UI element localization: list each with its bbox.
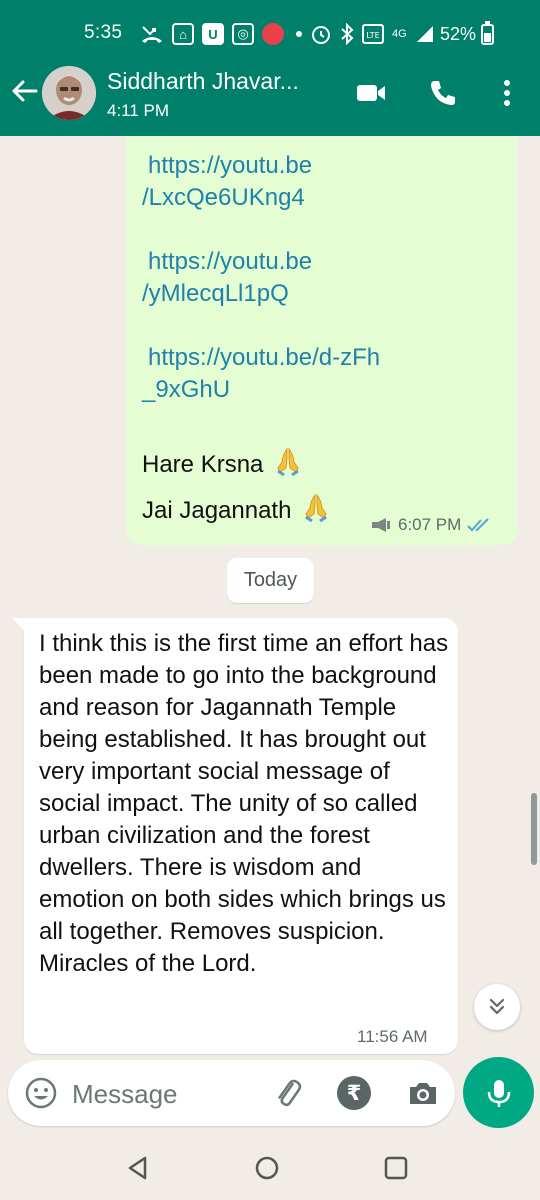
camera-icon[interactable] bbox=[406, 1076, 440, 1110]
missed-call-icon bbox=[142, 26, 162, 43]
message-time: 11:56 AM bbox=[357, 1027, 428, 1046]
message-line: Jai Jagannath bbox=[142, 492, 330, 527]
battery-icon bbox=[481, 21, 494, 45]
message-input[interactable] bbox=[72, 1074, 262, 1114]
svg-text:LTE: LTE bbox=[366, 31, 379, 40]
more-options-icon[interactable] bbox=[490, 76, 524, 110]
network-type: 4G bbox=[392, 28, 407, 40]
nav-home-icon[interactable] bbox=[253, 1154, 281, 1182]
message-link[interactable]: https://youtu.be bbox=[148, 150, 312, 182]
bluetooth-icon bbox=[341, 23, 354, 45]
microphone-icon bbox=[487, 1079, 510, 1107]
battery-level: 52% bbox=[440, 24, 477, 44]
double-chevron-down-icon bbox=[489, 998, 505, 1015]
message-line: Hare Krsna bbox=[142, 446, 302, 481]
video-call-icon[interactable] bbox=[354, 76, 388, 110]
message-link[interactable]: _9xGhU bbox=[142, 374, 230, 406]
outgoing-message-meta: 6:07 PM bbox=[370, 515, 491, 535]
avatar-photo bbox=[42, 66, 96, 120]
app-notification-icon: ⌂ bbox=[172, 23, 194, 45]
date-divider: Today bbox=[227, 558, 314, 603]
message-composer: ₹ bbox=[8, 1060, 455, 1126]
folded-hands-icon bbox=[305, 493, 327, 522]
alarm-icon bbox=[312, 26, 330, 44]
emoji-icon[interactable] bbox=[24, 1076, 58, 1110]
rupee-icon: ₹ bbox=[346, 1081, 362, 1105]
scroll-to-bottom-button[interactable] bbox=[474, 984, 520, 1030]
dot-icon bbox=[296, 31, 302, 37]
notification-icons: ⌂ U ◎ bbox=[140, 22, 284, 46]
shield-app-icon: ◎ bbox=[232, 23, 254, 45]
incoming-message-text: I think this is the first time an effort… bbox=[39, 630, 449, 977]
payment-button[interactable]: ₹ bbox=[337, 1076, 371, 1110]
chat-header: Siddharth Jhavar... 4:11 PM bbox=[0, 62, 540, 136]
message-link[interactable]: https://youtu.be/d-zFh bbox=[148, 342, 380, 374]
red-app-icon bbox=[262, 23, 284, 45]
system-navigation-bar bbox=[0, 1134, 540, 1200]
message-link[interactable]: /yMlecqLl1pQ bbox=[142, 278, 289, 310]
signal-icon bbox=[416, 26, 433, 42]
broadcast-icon bbox=[372, 518, 390, 532]
scrollbar-thumb[interactable] bbox=[531, 793, 537, 865]
nav-recents-icon[interactable] bbox=[382, 1154, 410, 1182]
paperclip-icon[interactable] bbox=[270, 1075, 306, 1111]
contact-avatar[interactable] bbox=[42, 66, 96, 120]
system-icons: LTE 4G bbox=[296, 22, 435, 46]
read-ticks-icon bbox=[467, 518, 490, 532]
last-seen: 4:11 PM bbox=[107, 101, 170, 120]
back-arrow-icon[interactable] bbox=[10, 76, 40, 106]
volte-icon: LTE bbox=[362, 24, 384, 44]
message-text: Hare Krsna bbox=[142, 451, 264, 478]
message-link[interactable]: https://youtu.be bbox=[148, 246, 312, 278]
status-bar: 5:35 ⌂ U ◎ LTE 4G 52% bbox=[0, 0, 540, 62]
u-app-icon: U bbox=[202, 23, 224, 45]
message-time: 6:07 PM bbox=[398, 515, 462, 534]
nav-back-icon[interactable] bbox=[124, 1154, 152, 1182]
voice-message-button[interactable] bbox=[463, 1057, 534, 1128]
voice-call-icon[interactable] bbox=[426, 76, 460, 110]
message-text: Jai Jagannath bbox=[142, 497, 292, 524]
message-link[interactable]: /LxcQe6UKng4 bbox=[142, 182, 305, 214]
status-time: 5:35 bbox=[84, 22, 123, 43]
contact-name[interactable]: Siddharth Jhavar... bbox=[107, 68, 299, 95]
folded-hands-icon bbox=[277, 447, 299, 476]
